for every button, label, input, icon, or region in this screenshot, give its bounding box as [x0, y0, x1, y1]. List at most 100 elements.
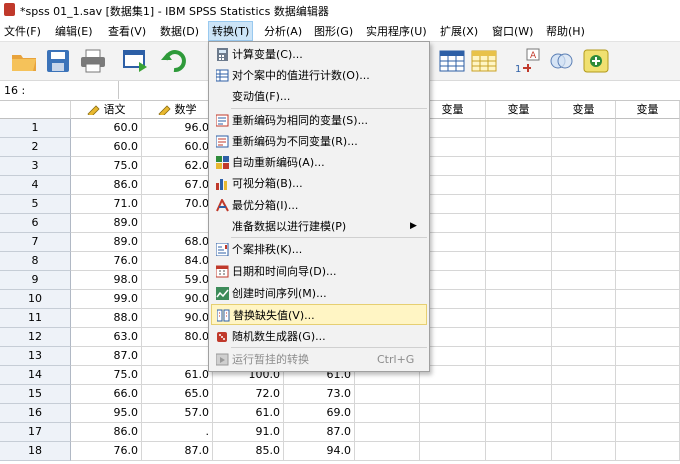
table-cell[interactable]: 87.0 — [71, 347, 142, 366]
table-cell[interactable]: 91.0 — [213, 423, 284, 442]
menu-item[interactable]: 日期和时间向导(D)... — [211, 261, 427, 282]
table-cell[interactable] — [616, 176, 680, 195]
table-cell[interactable]: 69.0 — [284, 404, 355, 423]
table-cell[interactable] — [616, 252, 680, 271]
table-cell[interactable]: 95.0 — [71, 404, 142, 423]
table-cell[interactable] — [552, 404, 616, 423]
table-cell[interactable]: 61.0 — [142, 366, 213, 385]
table-cell[interactable] — [552, 290, 616, 309]
data-view-grid-icon[interactable] — [438, 48, 466, 74]
table-cell[interactable] — [616, 366, 680, 385]
table-cell[interactable]: 60.0 — [71, 138, 142, 157]
table-cell[interactable]: 86.0 — [71, 176, 142, 195]
table-cell[interactable] — [616, 214, 680, 233]
table-cell[interactable] — [552, 233, 616, 252]
table-cell[interactable] — [420, 423, 486, 442]
menu-item[interactable]: 计算变量(C)... — [211, 44, 427, 65]
table-cell[interactable] — [616, 157, 680, 176]
row-header[interactable]: 8 — [0, 252, 71, 271]
table-cell[interactable]: 75.0 — [71, 157, 142, 176]
table-cell[interactable] — [486, 214, 552, 233]
table-cell[interactable]: 65.0 — [142, 385, 213, 404]
menu-transform[interactable]: 转换(T) — [208, 21, 254, 41]
menu-item[interactable]: 自动重新编码(A)... — [211, 152, 427, 173]
table-cell[interactable]: 85.0 — [213, 442, 284, 461]
table-cell[interactable] — [486, 271, 552, 290]
table-cell[interactable]: 59.0 — [142, 271, 213, 290]
table-cell[interactable]: 86.0 — [71, 423, 142, 442]
table-cell[interactable] — [355, 423, 420, 442]
table-cell[interactable] — [616, 442, 680, 461]
row-header[interactable]: 13 — [0, 347, 71, 366]
open-folder-icon[interactable] — [10, 48, 38, 74]
table-cell[interactable] — [616, 195, 680, 214]
column-header-var6[interactable]: 变量 — [486, 101, 552, 119]
table-cell[interactable]: 60.0 — [71, 119, 142, 138]
table-cell[interactable] — [420, 404, 486, 423]
menu-extensions[interactable]: 扩展(X) — [440, 23, 478, 39]
table-cell[interactable] — [616, 404, 680, 423]
table-cell[interactable]: 71.0 — [71, 195, 142, 214]
table-cell[interactable] — [420, 442, 486, 461]
row-header[interactable]: 1 — [0, 119, 71, 138]
menu-item[interactable]: 最优分箱(I)... — [211, 195, 427, 216]
table-cell[interactable] — [616, 328, 680, 347]
menu-view[interactable]: 查看(V) — [108, 23, 146, 39]
table-cell[interactable] — [552, 423, 616, 442]
row-header[interactable]: 9 — [0, 271, 71, 290]
table-cell[interactable] — [552, 309, 616, 328]
table-cell[interactable] — [420, 385, 486, 404]
table-cell[interactable] — [552, 214, 616, 233]
row-header[interactable]: 7 — [0, 233, 71, 252]
table-cell[interactable]: 68.0 — [142, 233, 213, 252]
table-cell[interactable] — [486, 404, 552, 423]
column-header-yuwen[interactable]: 语文 — [71, 101, 142, 119]
table-cell[interactable] — [142, 214, 213, 233]
table-cell[interactable] — [616, 309, 680, 328]
table-cell[interactable]: . — [142, 423, 213, 442]
table-cell[interactable] — [616, 423, 680, 442]
table-cell[interactable] — [486, 157, 552, 176]
table-cell[interactable]: 75.0 — [71, 366, 142, 385]
table-cell[interactable] — [552, 176, 616, 195]
table-cell[interactable] — [552, 271, 616, 290]
table-cell[interactable] — [552, 195, 616, 214]
table-cell[interactable] — [486, 347, 552, 366]
table-cell[interactable] — [486, 423, 552, 442]
table-cell[interactable]: 72.0 — [213, 385, 284, 404]
table-cell[interactable]: 62.0 — [142, 157, 213, 176]
table-cell[interactable]: 70.0 — [142, 195, 213, 214]
table-cell[interactable] — [552, 442, 616, 461]
menu-help[interactable]: 帮助(H) — [546, 23, 585, 39]
table-cell[interactable] — [616, 233, 680, 252]
print-icon[interactable] — [79, 48, 107, 74]
table-cell[interactable] — [486, 195, 552, 214]
table-cell[interactable] — [486, 385, 552, 404]
table-cell[interactable] — [486, 328, 552, 347]
table-cell[interactable] — [486, 176, 552, 195]
menu-graphs[interactable]: 图形(G) — [314, 23, 353, 39]
row-header[interactable]: 10 — [0, 290, 71, 309]
table-cell[interactable] — [486, 309, 552, 328]
table-cell[interactable] — [616, 271, 680, 290]
table-cell[interactable] — [552, 385, 616, 404]
table-cell[interactable] — [355, 404, 420, 423]
table-cell[interactable]: 89.0 — [71, 233, 142, 252]
row-header[interactable]: 18 — [0, 442, 71, 461]
menu-analyze[interactable]: 分析(A) — [264, 23, 302, 39]
table-cell[interactable] — [552, 252, 616, 271]
table-cell[interactable] — [486, 442, 552, 461]
table-cell[interactable]: 87.0 — [142, 442, 213, 461]
table-cell[interactable]: 90.0 — [142, 290, 213, 309]
menu-item[interactable]: 创建时间序列(M)... — [211, 283, 427, 304]
menu-file[interactable]: 文件(F) — [4, 23, 41, 39]
column-header-var8[interactable]: 变量 — [616, 101, 680, 119]
row-header[interactable]: 14 — [0, 366, 71, 385]
table-cell[interactable] — [142, 347, 213, 366]
table-cell[interactable] — [552, 347, 616, 366]
menu-item[interactable]: 个案排秩(K)... — [211, 239, 427, 260]
table-cell[interactable] — [552, 366, 616, 385]
save-icon[interactable] — [44, 48, 72, 74]
table-cell[interactable] — [552, 328, 616, 347]
cell-reference-box[interactable]: 16 : — [0, 81, 119, 99]
